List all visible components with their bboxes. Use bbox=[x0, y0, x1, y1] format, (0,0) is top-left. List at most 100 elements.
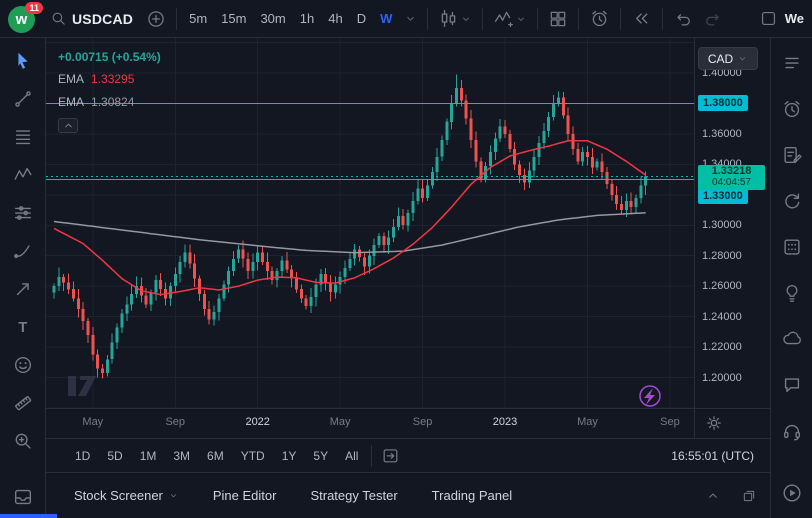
interval-1w-active[interactable]: W bbox=[375, 8, 397, 29]
interval-4h[interactable]: 4h bbox=[323, 8, 347, 29]
symbol-search[interactable]: USDCAD bbox=[44, 7, 139, 30]
layout-grid-button[interactable] bbox=[545, 6, 571, 32]
grid-layout-icon bbox=[548, 9, 568, 29]
brush-icon bbox=[12, 240, 34, 262]
comments-button[interactable] bbox=[773, 370, 811, 400]
brush-tool-button[interactable] bbox=[4, 236, 42, 266]
candlestick-icon bbox=[438, 8, 459, 29]
undo-button[interactable] bbox=[670, 6, 696, 32]
chat-button[interactable] bbox=[773, 324, 811, 354]
trend-line-tool-button[interactable] bbox=[4, 84, 42, 114]
notification-badge[interactable]: 11 bbox=[25, 2, 43, 14]
lightning-button[interactable] bbox=[640, 386, 660, 406]
range-6m[interactable]: 6M bbox=[200, 445, 231, 467]
divider bbox=[482, 8, 483, 30]
legend-collapse-button[interactable] bbox=[58, 118, 78, 133]
price-tick: 1.26000 bbox=[702, 278, 742, 294]
chart-legend: +0.00715 (+0.54%) EMA 1.33295 EMA 1.3082… bbox=[58, 50, 161, 133]
alert-button[interactable] bbox=[586, 5, 613, 32]
bar-replay-button[interactable] bbox=[628, 5, 655, 32]
indicators-icon bbox=[493, 8, 514, 29]
panel-expand-button[interactable] bbox=[702, 485, 724, 507]
arrow-tool-button[interactable] bbox=[4, 274, 42, 304]
chart-style-button[interactable] bbox=[435, 5, 475, 32]
measure-tool-button[interactable] bbox=[4, 388, 42, 418]
tab-stock-screener[interactable]: Stock Screener bbox=[74, 488, 179, 503]
ruler-icon bbox=[12, 392, 34, 414]
data-grid-button[interactable] bbox=[773, 232, 811, 262]
currency-selector-button[interactable]: CAD bbox=[698, 47, 758, 70]
time-axis[interactable]: MaySep2022MaySep2023MaySep bbox=[46, 408, 770, 438]
price-level-badge[interactable]: 1.33000 bbox=[698, 188, 748, 204]
ema-slow-line[interactable] bbox=[54, 213, 646, 253]
range-ytd[interactable]: YTD bbox=[234, 445, 272, 467]
tab-trading-panel[interactable]: Trading Panel bbox=[432, 488, 512, 503]
journal-button[interactable] bbox=[773, 140, 811, 170]
ideas-button[interactable] bbox=[773, 278, 811, 308]
range-5y[interactable]: 5Y bbox=[306, 445, 335, 467]
interval-1d[interactable]: D bbox=[352, 8, 371, 29]
interval-15m[interactable]: 15m bbox=[216, 8, 251, 29]
watchlist-button[interactable] bbox=[773, 48, 811, 78]
object-tree-button[interactable] bbox=[4, 482, 42, 512]
speech-bubble-icon bbox=[781, 374, 803, 396]
chart-settings-button[interactable] bbox=[704, 413, 724, 436]
emoji-tool-button[interactable] bbox=[4, 350, 42, 380]
range-3m[interactable]: 3M bbox=[166, 445, 197, 467]
range-1m[interactable]: 1M bbox=[133, 445, 164, 467]
pattern-tool-button[interactable] bbox=[4, 160, 42, 190]
interval-1h[interactable]: 1h bbox=[295, 8, 319, 29]
right-panel-rail bbox=[770, 38, 812, 518]
divider bbox=[371, 445, 372, 467]
dots-grid-icon bbox=[781, 236, 803, 258]
price-level-badge[interactable]: 1.38000 bbox=[698, 95, 748, 111]
indicator-value: 1.33295 bbox=[91, 72, 134, 86]
indicator-label: EMA bbox=[58, 72, 84, 86]
interval-menu-button[interactable] bbox=[401, 9, 420, 28]
support-button[interactable] bbox=[773, 416, 811, 446]
interval-5m[interactable]: 5m bbox=[184, 8, 212, 29]
tradingview-logo[interactable]: w 11 bbox=[8, 4, 40, 34]
indicators-button[interactable] bbox=[490, 5, 530, 32]
panel-maximize-button[interactable] bbox=[738, 485, 760, 507]
top-right-label[interactable]: We bbox=[785, 11, 804, 26]
chevron-down-icon bbox=[515, 13, 527, 25]
tab-pine-editor[interactable]: Pine Editor bbox=[213, 488, 277, 503]
svg-text:T: T bbox=[18, 320, 27, 336]
tab-label: Strategy Tester bbox=[310, 488, 397, 503]
price-tick: 1.36000 bbox=[702, 126, 742, 142]
interval-30m[interactable]: 30m bbox=[255, 8, 290, 29]
xabcd-pattern-icon bbox=[12, 164, 34, 186]
prediction-tool-button[interactable] bbox=[4, 198, 42, 228]
refresh-button[interactable] bbox=[773, 186, 811, 216]
layout-window-button[interactable] bbox=[756, 6, 781, 31]
tab-strategy-tester[interactable]: Strategy Tester bbox=[310, 488, 397, 503]
redo-button[interactable] bbox=[700, 6, 726, 32]
lightbulb-icon bbox=[781, 282, 803, 304]
divider bbox=[427, 8, 428, 30]
rewind-icon bbox=[631, 8, 652, 29]
text-tool-button[interactable]: T bbox=[4, 312, 42, 342]
cursor-tool-button[interactable] bbox=[4, 46, 42, 76]
zoom-tool-button[interactable] bbox=[4, 426, 42, 456]
range-1y[interactable]: 1Y bbox=[275, 445, 304, 467]
range-5d[interactable]: 5D bbox=[100, 445, 129, 467]
range-all[interactable]: All bbox=[338, 445, 365, 467]
indicator-ema-slow[interactable]: EMA 1.30824 bbox=[58, 95, 161, 109]
watchlist-icon bbox=[781, 52, 803, 74]
price-tick: 1.20000 bbox=[702, 370, 742, 386]
indicator-ema-fast[interactable]: EMA 1.33295 bbox=[58, 72, 161, 86]
session-clock[interactable]: 16:55:01 (UTC) bbox=[671, 449, 754, 463]
range-1d[interactable]: 1D bbox=[68, 445, 97, 467]
cursor-icon bbox=[12, 50, 34, 72]
ema-fast-line[interactable] bbox=[54, 141, 646, 295]
fib-tool-button[interactable] bbox=[4, 122, 42, 152]
undo-arrow-icon bbox=[673, 9, 693, 29]
time-axis-label: May bbox=[82, 416, 103, 428]
go-to-date-button[interactable] bbox=[378, 443, 403, 468]
tutorials-button[interactable] bbox=[773, 478, 811, 508]
compare-add-button[interactable] bbox=[143, 6, 169, 32]
price-axis[interactable]: 1.400001.380001.360001.340001.300001.280… bbox=[694, 38, 770, 408]
alerts-panel-button[interactable] bbox=[773, 94, 811, 124]
last-price-badge[interactable]: 1.3321804:04:57 bbox=[698, 165, 765, 190]
